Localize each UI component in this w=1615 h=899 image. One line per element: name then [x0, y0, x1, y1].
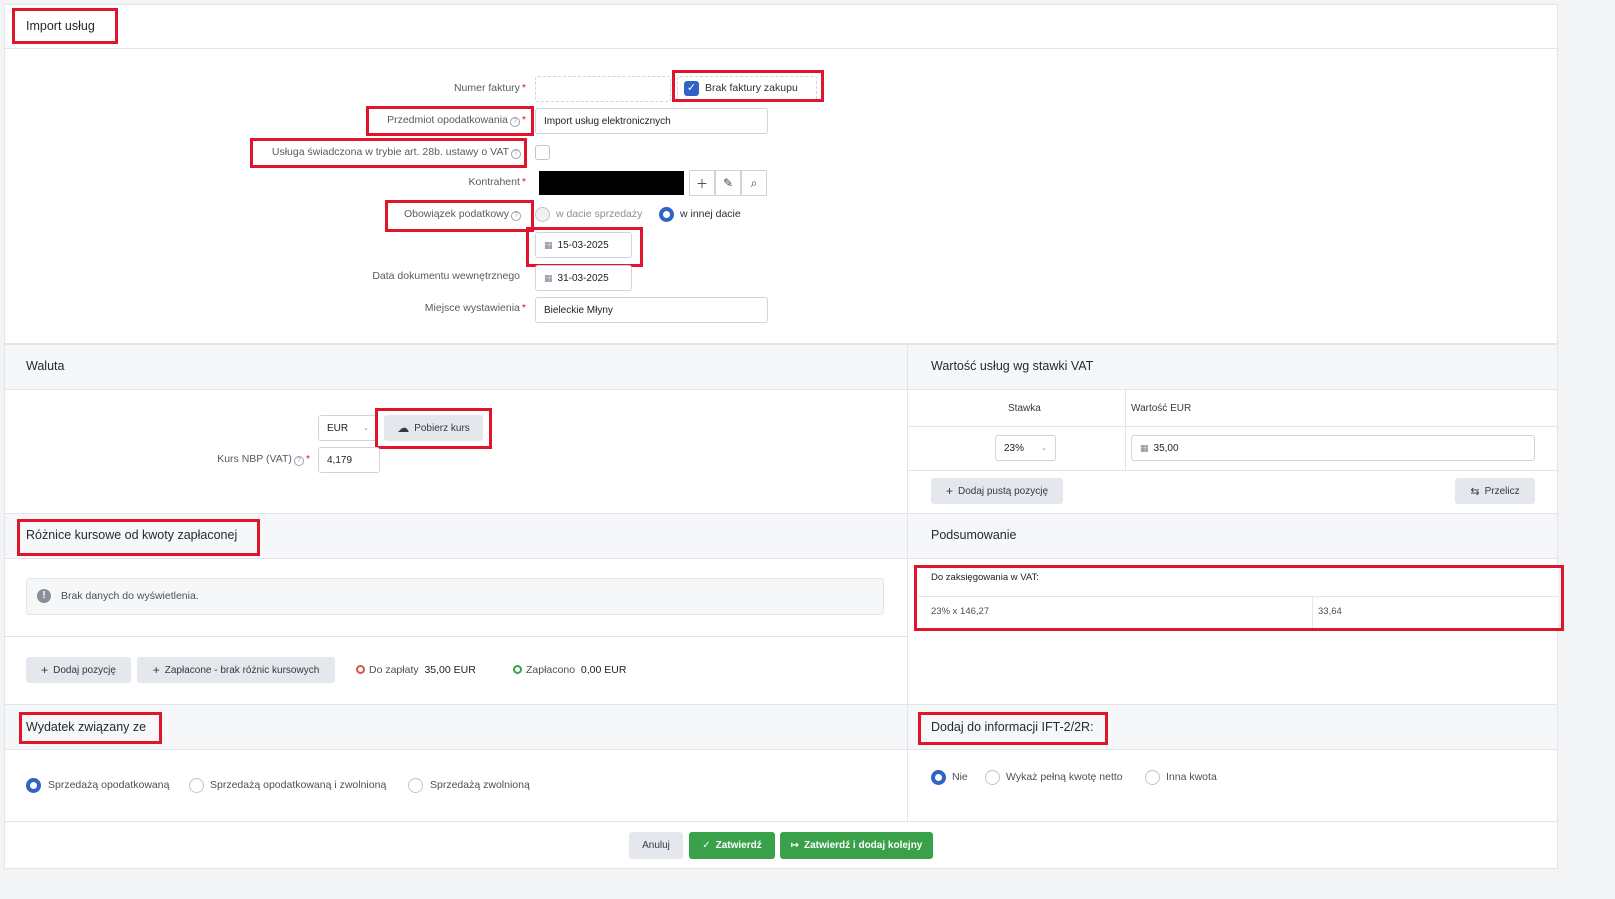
fx-diff-title: Różnice kursowe od kwoty zapłaconej	[26, 528, 238, 542]
vat-values-title: Wartość usług wg stawki VAT	[931, 359, 1094, 373]
radio-other-date[interactable]	[659, 207, 674, 222]
summary-title: Podsumowanie	[931, 528, 1017, 542]
currency-select[interactable]: EUR ⌄	[318, 415, 378, 441]
internal-date-label: Data dokumentu wewnętrznego	[372, 270, 520, 282]
tax-date-input[interactable]: ▦ 15-03-2025	[535, 232, 632, 258]
status-dot-red-icon	[356, 665, 365, 674]
summary-col-divider	[1312, 597, 1313, 628]
summary-row-value: 33,64	[1318, 606, 1342, 617]
info-icon: !	[37, 589, 51, 603]
subject-label: Przedmiot opodatkowania? *	[387, 114, 526, 127]
invoice-number-input[interactable]	[535, 76, 671, 102]
add-empty-row-button[interactable]: + Dodaj pustą pozycję	[931, 478, 1063, 504]
no-invoice-label: Brak faktury zakupu	[705, 82, 798, 94]
radio-taxed-exempt-sales-label: Sprzedażą opodatkowaną i zwolnioną	[210, 779, 387, 791]
expense-title: Wydatek związany ze	[26, 720, 147, 734]
subject-input[interactable]: Import usług elektronicznych	[535, 108, 768, 134]
vat-table-header	[908, 390, 1557, 427]
status-dot-green-icon	[513, 665, 522, 674]
help-icon[interactable]: ?	[511, 149, 521, 159]
recalculate-button[interactable]: ⇆ Przelicz	[1455, 478, 1535, 504]
help-icon[interactable]: ?	[509, 117, 520, 127]
radio-ift-full-net-label: Wykaż pełną kwotę netto	[1006, 771, 1123, 783]
radio-sale-date-label: w dacie sprzedaży	[556, 208, 643, 220]
radio-ift-no-label: Nie	[952, 771, 968, 783]
currency-title: Waluta	[26, 359, 65, 373]
refresh-icon: ⇆	[1470, 485, 1480, 498]
help-icon[interactable]: ?	[511, 211, 521, 221]
radio-ift-other-label: Inna kwota	[1166, 771, 1217, 783]
radio-exempt-sales[interactable]	[408, 778, 423, 793]
radio-ift-other[interactable]	[1145, 770, 1160, 785]
radio-ift-no[interactable]	[931, 770, 946, 785]
col-rate-header: Stawka	[1008, 403, 1041, 414]
calculator-icon: ▦	[1140, 442, 1149, 453]
art28b-checkbox[interactable]	[535, 145, 550, 160]
currency-header	[5, 345, 907, 390]
to-pay-status: Do zapłaty 35,00 EUR	[356, 664, 476, 676]
paid-status: Zapłacono 0,00 EUR	[513, 664, 626, 676]
chevron-down-icon: ⌄	[1041, 445, 1047, 452]
radio-exempt-sales-label: Sprzedażą zwolnioną	[430, 779, 530, 791]
rate-label: Kurs NBP (VAT)? *	[217, 453, 310, 466]
radio-ift-full-net[interactable]	[985, 770, 1000, 785]
vat-table-divider	[1125, 390, 1126, 470]
page-title: Import usług	[26, 19, 95, 33]
edit-contractor-button[interactable]: ✎	[715, 170, 741, 196]
empty-state-text: Brak danych do wyświetlenia.	[61, 590, 199, 602]
place-input[interactable]: Bieleckie Młyny	[535, 297, 768, 323]
contractor-label: Kontrahent *	[468, 176, 526, 188]
confirm-button[interactable]: ✓ Zatwierdź	[689, 832, 775, 859]
ift-title: Dodaj do informacji IFT-2/2R:	[931, 720, 1094, 734]
check-icon: ✓	[702, 840, 711, 851]
vat-rate-select[interactable]: 23% ⌄	[995, 435, 1056, 461]
chevron-down-icon: ⌄	[363, 425, 369, 432]
radio-taxed-sales[interactable]	[26, 778, 41, 793]
search-icon: ⌕	[750, 175, 758, 190]
vat-row-divider	[908, 470, 1557, 471]
place-label: Miejsce wystawienia *	[424, 302, 526, 314]
calendar-icon: ▦	[544, 239, 553, 250]
fetch-rate-button[interactable]: ☁ Pobierz kurs	[384, 415, 483, 441]
invoice-number-label: Numer faktury *	[453, 82, 526, 94]
radio-other-date-label: w innej dacie	[680, 208, 741, 220]
col-value-header: Wartość EUR	[1131, 403, 1192, 414]
enter-icon: ↦	[790, 840, 800, 851]
fx-divider	[5, 636, 907, 637]
add-row-button[interactable]: + Dodaj pozycję	[26, 657, 131, 683]
summary-heading: Do zaksięgowania w VAT:	[931, 572, 1039, 583]
radio-sale-date[interactable]	[535, 207, 550, 222]
paid-no-diff-button[interactable]: + Zapłacone - brak różnic kursowych	[137, 657, 335, 683]
summary-row-label: 23% x 146,27	[931, 606, 990, 617]
vat-value-input[interactable]: ▦ 35,00	[1131, 435, 1535, 461]
art28b-label: Usługa świadczona w trybie art. 28b. ust…	[272, 146, 521, 159]
radio-taxed-exempt-sales[interactable]	[189, 778, 204, 793]
confirm-and-add-button[interactable]: ↦ Zatwierdź i dodaj kolejny	[780, 832, 933, 859]
cloud-download-icon: ☁	[397, 421, 410, 435]
plus-icon: +	[41, 663, 49, 677]
tax-obligation-label: Obowiązek podatkowy?	[404, 208, 521, 221]
internal-date-input[interactable]: ▦ 31-03-2025	[535, 265, 632, 291]
plus-icon: +	[152, 663, 160, 677]
add-contractor-button[interactable]: ＋	[689, 170, 715, 196]
help-icon[interactable]: ?	[293, 456, 304, 466]
contractor-value-redacted[interactable]	[539, 171, 684, 195]
edit-icon: ✎	[722, 176, 734, 190]
header-bar	[5, 5, 1557, 49]
import-form-panel	[4, 4, 1558, 344]
search-contractor-button[interactable]: ⌕	[741, 170, 767, 196]
summary-row-divider	[918, 596, 1558, 597]
calendar-icon: ▦	[544, 272, 553, 283]
no-invoice-checkbox[interactable]: ✓	[684, 81, 699, 96]
rate-input[interactable]: 4,179	[318, 447, 380, 473]
cancel-button[interactable]: Anuluj	[629, 832, 683, 859]
radio-taxed-sales-label: Sprzedażą opodatkowaną	[48, 779, 170, 791]
plus-icon: +	[945, 484, 953, 498]
